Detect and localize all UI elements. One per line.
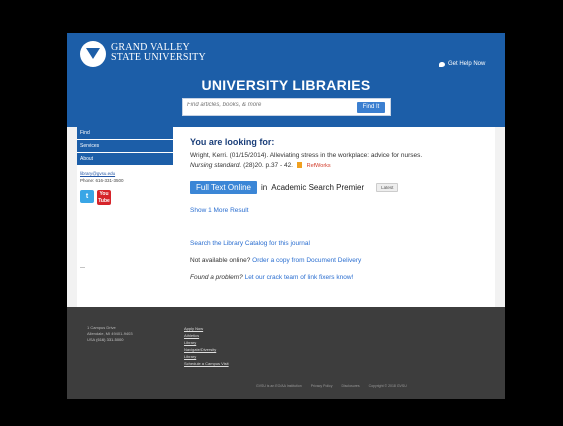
- footer-bottom-bar: GVSU is an EO/AA Institution Privacy Pol…: [256, 384, 415, 388]
- footer-phone-line: USA (616) 331-5000: [87, 337, 133, 343]
- browser-frame: GRAND VALLEY STATE UNIVERSITY Get Help N…: [67, 33, 505, 399]
- footer-link[interactable]: Athletics: [184, 332, 229, 339]
- latest-button[interactable]: Latest: [376, 183, 399, 192]
- footer-link[interactable]: Library: [184, 339, 229, 346]
- open-access-icon: [296, 162, 302, 169]
- search-box: Find It: [182, 98, 391, 116]
- footer-phone-link[interactable]: (616) 331-5000: [96, 337, 123, 342]
- refworks-link[interactable]: RefWorks: [307, 163, 331, 169]
- document-delivery-link[interactable]: Order a copy from Document Delivery: [252, 257, 361, 264]
- problem-text: Found a problem?: [190, 274, 243, 281]
- library-phone: Phone: 616-331-3500: [80, 178, 124, 183]
- catalog-line: Search the Library Catalog for this jour…: [190, 240, 310, 247]
- chat-bubble-icon: [439, 61, 445, 67]
- full-text-online-button[interactable]: Full Text Online: [190, 181, 257, 194]
- footer-links: Apply Now Athletics Library Navigate/Div…: [184, 325, 229, 367]
- sidebar-item-services[interactable]: Services: [77, 140, 173, 153]
- site-header: GRAND VALLEY STATE UNIVERSITY Get Help N…: [67, 33, 505, 127]
- show-more-results-link[interactable]: Show 1 More Result: [190, 207, 249, 214]
- not-available-line: Not available online? Order a copy from …: [190, 257, 361, 264]
- full-text-row: Full Text Online in Academic Search Prem…: [190, 181, 399, 194]
- social-links: t You Tube: [77, 190, 173, 205]
- footer-bottom-link[interactable]: GVSU is an EO/AA Institution: [256, 384, 302, 388]
- footer-link[interactable]: Library: [184, 353, 229, 360]
- get-help-label: Get Help Now: [448, 61, 486, 67]
- looking-for-heading: You are looking for:: [190, 137, 275, 147]
- journal-title: Nursing standard.: [190, 162, 242, 169]
- footer-link[interactable]: Schedule a Campus Visit: [184, 360, 229, 367]
- citation: Wright, Kerri. (01/15/2014). Alleviating…: [190, 151, 490, 171]
- university-name-line2: STATE UNIVERSITY: [111, 52, 206, 63]
- twitter-icon[interactable]: t: [80, 190, 94, 203]
- catalog-search-link[interactable]: Search the Library Catalog for this jour…: [190, 240, 310, 247]
- in-label: in: [261, 183, 268, 192]
- citation-line: Wright, Kerri. (01/15/2014). Alleviating…: [190, 152, 423, 159]
- sidebar-footer-mark: —: [80, 265, 85, 271]
- search-input[interactable]: [187, 102, 337, 108]
- youtube-icon[interactable]: You Tube: [97, 190, 111, 205]
- not-available-text: Not available online?: [190, 257, 251, 264]
- citation-details: Nursing standard. (28)20. p.37 - 42. Ref…: [190, 161, 490, 171]
- gvsu-logo-icon[interactable]: [80, 41, 106, 67]
- database-name: Academic Search Premier: [271, 183, 365, 192]
- footer-link[interactable]: Apply Now: [184, 325, 229, 332]
- citation-pages: (28)20. p.37 - 42.: [243, 162, 293, 169]
- footer-bottom-link[interactable]: Privacy Policy: [311, 384, 333, 388]
- find-it-button[interactable]: Find It: [357, 102, 385, 113]
- footer-link[interactable]: Navigate/Diversity: [184, 346, 229, 353]
- problem-line: Found a problem? Let our crack team of l…: [190, 274, 353, 281]
- library-email-link[interactable]: library@gvsu.edu: [80, 170, 173, 177]
- footer-bottom-link[interactable]: Disclosures: [341, 384, 359, 388]
- report-problem-link[interactable]: Let our crack team of link fixers know!: [245, 274, 354, 281]
- main-content: You are looking for: Wright, Kerri. (01/…: [173, 127, 495, 307]
- footer-address: 1 Campus Drive Allendale, MI 49401-9403 …: [87, 325, 133, 343]
- contact-info: library@gvsu.edu Phone: 616-331-3500: [77, 170, 173, 184]
- sidebar-item-find[interactable]: Find: [77, 127, 173, 140]
- get-help-link[interactable]: Get Help Now: [439, 61, 485, 67]
- site-footer: 1 Campus Drive Allendale, MI 49401-9403 …: [67, 307, 505, 399]
- sidebar-item-about[interactable]: About: [77, 153, 173, 166]
- footer-copyright: Copyright © 2018 GVSU: [368, 384, 407, 388]
- university-name[interactable]: GRAND VALLEY STATE UNIVERSITY: [111, 43, 206, 63]
- page-title: UNIVERSITY LIBRARIES: [201, 77, 371, 93]
- sidebar-nav: Find Services About: [77, 127, 173, 166]
- sidebar: Find Services About library@gvsu.edu Pho…: [77, 127, 173, 307]
- footer-country: USA: [87, 337, 96, 342]
